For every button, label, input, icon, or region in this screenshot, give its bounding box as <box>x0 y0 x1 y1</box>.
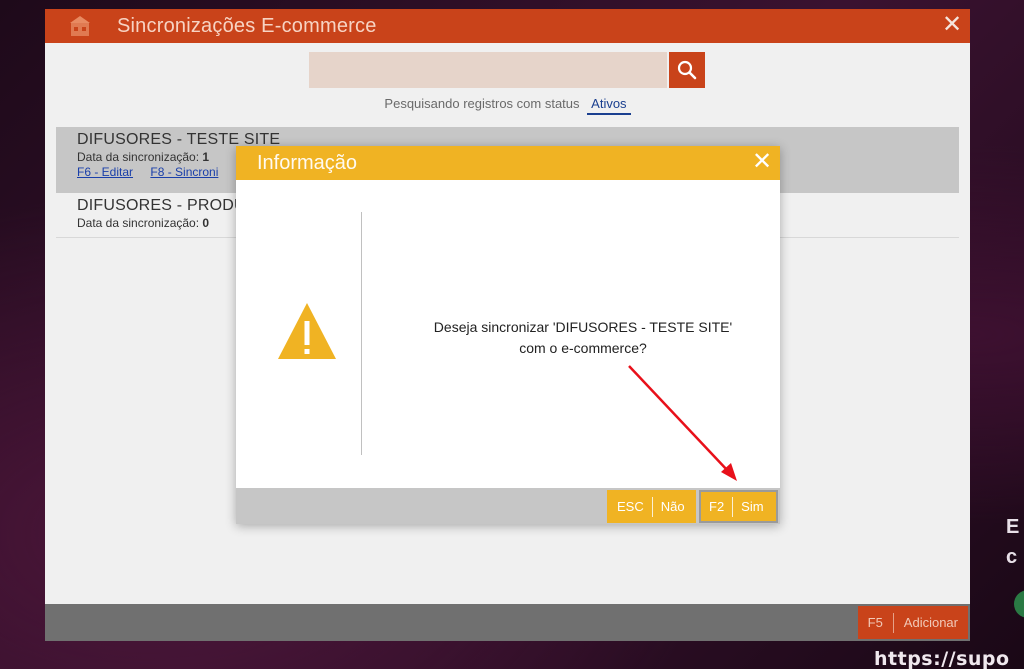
search-button[interactable] <box>669 52 705 88</box>
add-key: F5 <box>867 615 883 630</box>
status-prefix: Pesquisando registros com status <box>384 96 580 111</box>
yes-button[interactable]: F2 Sim <box>699 490 778 523</box>
background-promo-text: E c <box>1006 512 1024 618</box>
dialog-close-icon[interactable]: ✕ <box>750 150 774 174</box>
dialog-body: Deseja sincronizar 'DIFUSORES - TESTE SI… <box>236 180 780 488</box>
button-separator <box>651 496 653 517</box>
dialog-title: Informação <box>257 151 358 174</box>
no-key: ESC <box>617 499 644 514</box>
status-value-link[interactable]: Ativos <box>587 96 631 115</box>
no-label: Não <box>660 499 685 514</box>
item-date-value: 0 <box>202 216 210 230</box>
add-label: Adicionar <box>903 615 958 630</box>
button-separator <box>732 496 734 517</box>
window-titlebar: Sincronizações E-commerce ✕ <box>45 9 970 43</box>
promo-line-2: c <box>1006 546 1018 568</box>
status-filter: Pesquisando registros com status Ativos <box>45 96 970 115</box>
message-line-1: Deseja sincronizar 'DIFUSORES - TESTE SI… <box>433 319 733 335</box>
message-line-2: com o e-commerce? <box>519 340 647 356</box>
no-button[interactable]: ESC Não <box>607 490 696 523</box>
dialog-header: Informação ✕ <box>236 146 780 180</box>
search-input[interactable] <box>309 52 667 88</box>
search-icon <box>677 60 697 80</box>
whatsapp-icon <box>1014 590 1024 618</box>
item-date-label: Data da sincronização: <box>77 150 200 164</box>
yes-label: Sim <box>741 499 764 514</box>
sync-link[interactable]: F8 - Sincroni <box>150 165 218 179</box>
item-date-label: Data da sincronização: <box>77 216 200 230</box>
dialog-divider <box>361 212 362 455</box>
promo-line-1: E <box>1006 516 1020 538</box>
info-dialog: Informação ✕ Deseja sincronizar 'DIFUSOR… <box>236 146 780 524</box>
yes-key: F2 <box>709 499 725 514</box>
dialog-footer: ESC Não F2 Sim <box>236 488 780 524</box>
warning-icon <box>278 303 336 359</box>
edit-link[interactable]: F6 - Editar <box>77 165 133 179</box>
search-bar <box>309 52 705 88</box>
dialog-message: Deseja sincronizar 'DIFUSORES - TESTE SI… <box>386 317 780 359</box>
window-close-icon[interactable]: ✕ <box>940 13 964 37</box>
window-footer: F5 Adicionar <box>45 604 970 641</box>
button-separator <box>892 612 894 633</box>
window-title: Sincronizações E-commerce <box>117 14 377 37</box>
store-icon <box>69 15 91 37</box>
add-button[interactable]: F5 Adicionar <box>857 606 968 639</box>
background-url-text: https://supo <box>874 648 1010 669</box>
item-date-value: 1 <box>202 150 210 164</box>
